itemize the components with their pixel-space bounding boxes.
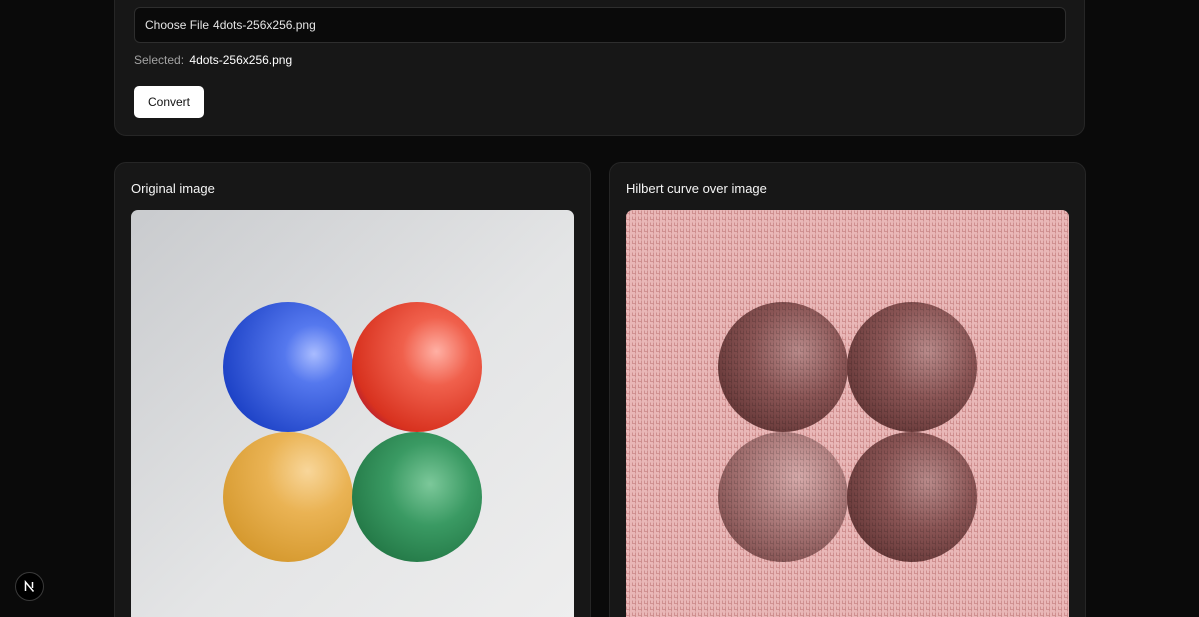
red-ball (352, 302, 482, 432)
selected-label: Selected: (134, 53, 185, 67)
blue-ball (223, 302, 353, 432)
selected-file-line: Selected: 4dots-256x256.png (134, 53, 292, 67)
page: Choose File 4dots-256x256.png Selected: … (0, 0, 1199, 617)
green-ball (352, 432, 482, 562)
file-input[interactable]: Choose File 4dots-256x256.png (134, 7, 1066, 43)
yellow-ball (223, 432, 353, 562)
selected-file-name: 4dots-256x256.png (189, 53, 293, 67)
upload-card: Choose File 4dots-256x256.png Selected: … (114, 0, 1085, 136)
file-input-filename: 4dots-256x256.png (213, 18, 316, 32)
hilbert-image-title: Hilbert curve over image (626, 181, 767, 196)
original-image-card: Original image (114, 162, 591, 617)
convert-button[interactable]: Convert (134, 86, 204, 118)
n-logo-icon[interactable] (15, 572, 44, 601)
original-image (131, 210, 574, 617)
choose-file-button[interactable]: Choose File (145, 18, 209, 32)
hilbert-image-card: Hilbert curve over image (609, 162, 1086, 617)
original-image-title: Original image (131, 181, 215, 196)
hilbert-overlay-image (626, 210, 1069, 617)
